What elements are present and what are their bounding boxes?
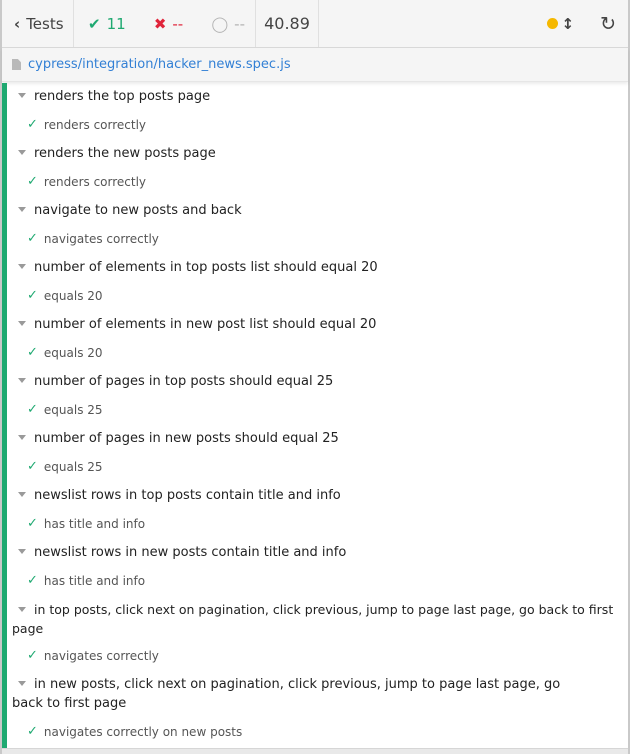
- runnables-list: renders the top posts page ✓ renders corr…: [2, 83, 628, 754]
- pending-count: --: [234, 14, 245, 33]
- check-icon: ✓: [27, 288, 38, 303]
- check-icon: ✓: [27, 648, 38, 663]
- suite-title[interactable]: in new posts, click next on pagination, …: [12, 675, 587, 713]
- check-icon: ✓: [27, 516, 38, 531]
- caret-down-icon: [18, 207, 26, 212]
- test-stats: ✔ 11 ✖ -- ◯ --: [74, 0, 256, 47]
- caret-down-icon: [18, 549, 26, 554]
- test-row[interactable]: ✓ navigates correctly: [27, 231, 159, 246]
- suite-title[interactable]: navigate to new posts and back: [12, 201, 624, 220]
- test-row[interactable]: ✓ navigates correctly on new posts: [27, 724, 242, 739]
- reload-icon[interactable]: ↻: [600, 13, 616, 35]
- test-row[interactable]: ✓ has title and info: [27, 516, 145, 531]
- failed-stat: ✖ --: [154, 15, 183, 33]
- test-row[interactable]: ✓ navigates correctly: [27, 648, 159, 663]
- test-row[interactable]: ✓ has title and info: [27, 573, 145, 588]
- passed-count: 11: [106, 14, 126, 33]
- x-icon: ✖: [153, 14, 167, 33]
- test-row[interactable]: ✓ equals 25: [27, 402, 103, 417]
- check-icon: ✔: [88, 14, 101, 33]
- run-duration: 40.89: [256, 0, 319, 47]
- spec-path-bar: cypress/integration/hacker_news.spec.js: [2, 48, 628, 82]
- reporter-panel: ‹ Tests ✔ 11 ✖ -- ◯ -- 40.89 ↕ ↻ cypress…: [0, 0, 630, 754]
- auto-scroll-toggle-icon[interactable]: ↕: [562, 15, 575, 33]
- check-icon: ✓: [27, 402, 38, 417]
- suite-title[interactable]: renders the top posts page: [12, 87, 624, 106]
- circle-notch-icon: ◯: [211, 14, 229, 33]
- spec-path-link[interactable]: cypress/integration/hacker_news.spec.js: [28, 57, 291, 72]
- suite-title[interactable]: number of elements in new post list shou…: [12, 315, 624, 334]
- failed-count: --: [172, 14, 184, 33]
- back-to-tests-button[interactable]: ‹ Tests: [2, 0, 74, 47]
- header-spacer: [319, 0, 547, 47]
- tests-label: Tests: [26, 14, 64, 33]
- header-controls: ↕ ↻: [546, 0, 629, 47]
- suite-title[interactable]: number of elements in top posts list sho…: [12, 258, 624, 277]
- test-row[interactable]: ✓ renders correctly: [27, 174, 146, 189]
- check-icon: ✓: [27, 573, 38, 588]
- running-status-dot: [546, 18, 558, 29]
- caret-down-icon: [18, 435, 26, 440]
- check-icon: ✓: [27, 117, 38, 132]
- suite-title[interactable]: number of pages in top posts should equa…: [12, 372, 624, 391]
- test-row[interactable]: ✓ equals 20: [27, 345, 103, 360]
- caret-down-icon: [18, 378, 26, 383]
- suite-title[interactable]: in top posts, click next on pagination, …: [12, 600, 624, 638]
- chevron-left-icon: ‹: [14, 14, 21, 33]
- check-icon: ✓: [27, 174, 38, 189]
- test-row[interactable]: ✓ equals 20: [27, 288, 103, 303]
- check-icon: ✓: [27, 231, 38, 246]
- suite-title[interactable]: renders the new posts page: [12, 144, 624, 163]
- suite-title[interactable]: newslist rows in top posts contain title…: [12, 486, 624, 505]
- caret-down-icon: [18, 264, 26, 269]
- caret-down-icon: [18, 607, 26, 612]
- check-icon: ✓: [27, 724, 38, 739]
- check-icon: ✓: [27, 459, 38, 474]
- test-row[interactable]: ✓ renders correctly: [27, 117, 146, 132]
- caret-down-icon: [18, 492, 26, 497]
- suite-title[interactable]: newslist rows in new posts contain title…: [12, 543, 624, 562]
- caret-down-icon: [18, 321, 26, 326]
- pending-stat: ◯ --: [211, 15, 245, 33]
- file-icon: [12, 59, 21, 70]
- passed-stat: ✔ 11: [88, 15, 126, 33]
- reporter-header: ‹ Tests ✔ 11 ✖ -- ◯ -- 40.89 ↕ ↻: [2, 0, 628, 48]
- caret-down-icon: [18, 150, 26, 155]
- caret-down-icon: [18, 93, 26, 98]
- panel-bottom-edge: [2, 748, 628, 754]
- caret-down-icon: [18, 681, 26, 686]
- test-row[interactable]: ✓ equals 25: [27, 459, 103, 474]
- check-icon: ✓: [27, 345, 38, 360]
- suite-title[interactable]: number of pages in new posts should equa…: [12, 429, 624, 448]
